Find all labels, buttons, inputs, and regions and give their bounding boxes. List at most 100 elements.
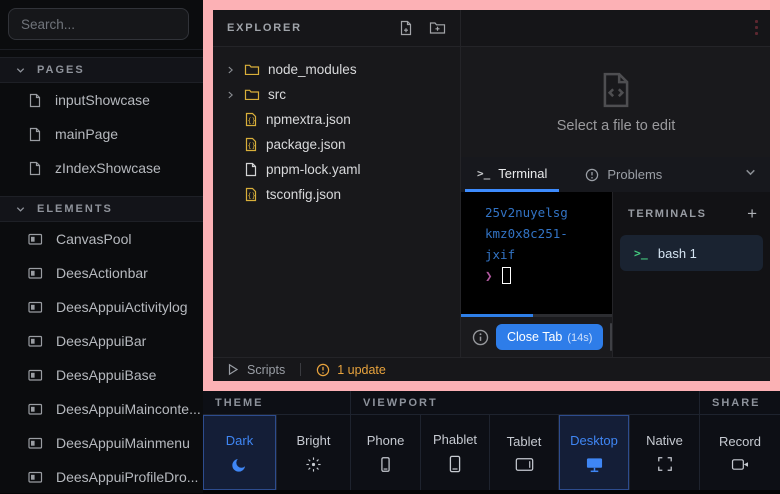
viewport-phablet-button[interactable]: Phablet — [421, 415, 490, 490]
update-notice[interactable]: 1 update — [316, 363, 386, 377]
close-tab-label: Close Tab — [507, 330, 562, 344]
tree-item-npmextra-json[interactable]: {} npmextra.json — [213, 107, 460, 132]
viewport-phone-button[interactable]: Phone — [351, 415, 421, 490]
empty-message: Select a file to edit — [557, 118, 676, 134]
page-icon — [28, 127, 42, 142]
item-label: DeesAppuiBase — [56, 367, 156, 383]
tree-item-pnpm-lock-yaml[interactable]: pnpm-lock.yaml — [213, 157, 460, 182]
folder-icon — [244, 88, 260, 101]
file-label: pnpm-lock.yaml — [266, 162, 361, 177]
file-label: package.json — [266, 137, 346, 152]
folder-icon — [244, 63, 260, 76]
collapse-panel-button[interactable] — [744, 166, 757, 184]
json-file-icon: {} — [244, 137, 258, 152]
terminal-session-bash1[interactable]: >_ bash 1 — [620, 235, 763, 271]
dev-statusbar: Scripts 1 update — [213, 357, 770, 381]
share-record-button[interactable]: Record — [700, 415, 780, 490]
tree-item-tsconfig-json[interactable]: {} tsconfig.json — [213, 182, 460, 207]
moon-icon — [231, 456, 248, 473]
sidebar-item-deesappuimainmenu[interactable]: DeesAppuiMainmenu — [0, 426, 203, 460]
play-icon — [227, 363, 239, 376]
sidebar-item-deesactionbar[interactable]: DeesActionbar — [0, 256, 203, 290]
search-input[interactable] — [8, 8, 189, 40]
element-icon — [28, 267, 43, 280]
sidebar-item-zindexshowcase[interactable]: zIndexShowcase — [0, 151, 203, 185]
item-label: DeesAppuiActivitylog — [56, 299, 188, 315]
new-folder-button[interactable] — [429, 20, 446, 36]
chevron-right-icon — [226, 90, 235, 100]
page-icon — [28, 93, 42, 108]
tree-item-node-modules[interactable]: node_modules — [213, 57, 460, 82]
cell-label: Phablet — [433, 432, 477, 447]
sidebar-item-deesappuimaincontent[interactable]: DeesAppuiMainconte... — [0, 392, 203, 426]
tab-terminal[interactable]: >_ Terminal — [465, 157, 559, 192]
chevron-down-icon — [15, 65, 26, 76]
info-icon[interactable] — [472, 329, 489, 346]
file-tree: node_modules src {} npmextra.json {} pac… — [213, 47, 460, 207]
theme-dark-button[interactable]: Dark — [203, 415, 277, 490]
tree-item-src[interactable]: src — [213, 82, 460, 107]
sidebar-item-inputshowcase[interactable]: inputShowcase — [0, 83, 203, 117]
phone-icon — [377, 456, 394, 473]
explorer-panel: EXPLORER node_modules src — [213, 10, 460, 357]
viewport-native-button[interactable]: Native — [630, 415, 700, 490]
item-label: DeesAppuiBar — [56, 333, 146, 349]
kebab-menu-icon[interactable] — [755, 20, 758, 35]
cell-label: Desktop — [570, 433, 618, 448]
json-file-icon: {} — [244, 112, 258, 127]
pages-list: inputShowcase mainPage zIndexShowcase — [0, 83, 203, 185]
tab-label: Terminal — [498, 166, 547, 181]
terminal-line: kmz0x8c251- — [485, 223, 612, 244]
cell-label: Record — [719, 434, 761, 449]
item-label: zIndexShowcase — [55, 160, 161, 176]
dev-panel: EXPLORER node_modules src — [213, 10, 770, 381]
sidebar-section-pages[interactable]: PAGES — [0, 57, 203, 83]
svg-text:{}: {} — [247, 192, 255, 200]
chevron-down-icon — [15, 204, 26, 215]
element-icon — [28, 233, 43, 246]
terminal-line: jxif — [485, 244, 612, 265]
sidebar-item-deesappuiactivitylog[interactable]: DeesAppuiActivitylog — [0, 290, 203, 324]
cell-label: Bright — [297, 433, 331, 448]
countdown-progressbar — [461, 314, 612, 317]
theme-bright-button[interactable]: Bright — [277, 415, 351, 490]
sidebar-item-deesappuibar[interactable]: DeesAppuiBar — [0, 324, 203, 358]
update-label: 1 update — [337, 363, 386, 377]
viewport-desktop-button[interactable]: Desktop — [559, 415, 630, 490]
new-file-button[interactable] — [398, 20, 414, 36]
close-tab-countdown: (14s) — [567, 332, 592, 344]
sidebar-item-deesappuiprofiledropdown[interactable]: DeesAppuiProfileDro... — [0, 460, 203, 494]
terminal-output[interactable]: 25v2nuyelsg kmz0x8c251- jxif ❯ — [461, 192, 612, 314]
scripts-label: Scripts — [247, 363, 285, 377]
sidebar-item-deesappuibase[interactable]: DeesAppuiBase — [0, 358, 203, 392]
divider — [300, 363, 301, 376]
new-folder-icon — [429, 20, 446, 35]
tab-problems[interactable]: Problems — [573, 157, 674, 192]
item-label: DeesAppuiProfileDro... — [56, 469, 198, 485]
json-file-icon: {} — [244, 187, 258, 202]
close-tab-button[interactable]: Close Tab (14s) — [496, 324, 603, 350]
session-label: bash 1 — [658, 246, 697, 261]
item-label: CanvasPool — [56, 231, 132, 247]
desktop-icon — [585, 456, 604, 473]
svg-text:{}: {} — [247, 117, 255, 125]
sidebar-section-elements[interactable]: ELEMENTS — [0, 196, 203, 222]
cell-label: Dark — [226, 433, 253, 448]
element-icon — [28, 335, 43, 348]
sidebar-item-mainpage[interactable]: mainPage — [0, 117, 203, 151]
divider — [0, 49, 203, 50]
terminal-prompt: ❯ — [485, 265, 493, 286]
item-label: DeesActionbar — [56, 265, 148, 281]
sun-icon — [305, 456, 322, 473]
native-icon — [657, 456, 673, 472]
tree-item-package-json[interactable]: {} package.json — [213, 132, 460, 157]
section-label: PAGES — [37, 64, 85, 76]
sidebar-item-canvaspool[interactable]: CanvasPool — [0, 222, 203, 256]
properties-toolbar: THEME VIEWPORT SHARE Dark Bright Phone P… — [203, 391, 780, 490]
scripts-button[interactable]: Scripts — [227, 363, 285, 377]
add-terminal-button[interactable]: + — [747, 205, 757, 222]
element-icon — [28, 301, 43, 314]
file-label: tsconfig.json — [266, 187, 341, 202]
viewport-tablet-button[interactable]: Tablet — [490, 415, 559, 490]
file-label: node_modules — [268, 62, 357, 77]
